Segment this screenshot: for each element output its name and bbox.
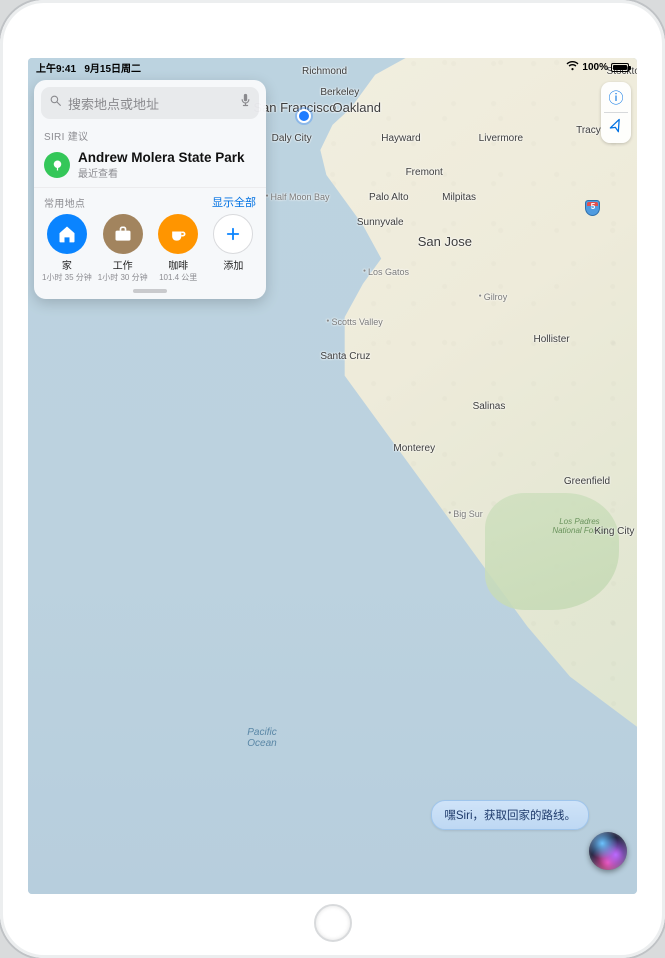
home-button[interactable] xyxy=(314,904,352,942)
plus-icon xyxy=(213,214,253,254)
city-label[interactable]: Monterey xyxy=(393,443,435,454)
search-icon xyxy=(49,94,62,112)
favorite-add[interactable]: 添加 xyxy=(209,214,258,283)
favorite-sub: 1小时 35 分钟 xyxy=(42,272,92,283)
favorite-work[interactable]: 工作 1小时 30 分钟 xyxy=(98,214,148,283)
map-info-button[interactable]: ⓘ xyxy=(601,82,631,112)
city-label[interactable]: Hayward xyxy=(381,133,420,144)
location-arrow-icon xyxy=(606,117,627,140)
siri-suggestion-row[interactable]: Andrew Molera State Park 最近查看 xyxy=(34,145,266,188)
city-label[interactable]: Half Moon Bay xyxy=(266,192,330,202)
map-locate-button[interactable] xyxy=(601,113,631,143)
status-right: 100% xyxy=(566,61,629,74)
screen: Los PadresNational Forest PacificOcean R… xyxy=(28,58,637,894)
siri-suggestion-subtitle: 最近查看 xyxy=(78,165,245,180)
city-label[interactable]: Tracy xyxy=(576,125,601,136)
city-label[interactable]: Livermore xyxy=(479,133,523,144)
siri-suggestions-header: SIRI 建议 xyxy=(34,126,266,145)
map-forest-area xyxy=(485,493,619,610)
battery-percent: 100% xyxy=(582,62,608,73)
search-placeholder: 搜索地点或地址 xyxy=(68,94,159,113)
ipad-device-frame: Los PadresNational Forest PacificOcean R… xyxy=(0,0,665,958)
briefcase-icon xyxy=(103,214,143,254)
map-controls: ⓘ xyxy=(601,82,631,143)
siri-suggestion-title: Andrew Molera State Park xyxy=(78,150,245,165)
favorite-sub: 1小时 30 分钟 xyxy=(98,272,148,283)
favorite-label: 家 xyxy=(62,257,72,272)
coffee-icon xyxy=(158,214,198,254)
card-grabber[interactable] xyxy=(133,289,167,293)
favorites-row: 家 1小时 35 分钟 工作 1小时 30 分钟 咖啡 101.4 公里 xyxy=(34,212,266,283)
city-label[interactable]: San Jose xyxy=(418,234,472,249)
favorite-home[interactable]: 家 1小时 35 分钟 xyxy=(42,214,92,283)
info-icon: ⓘ xyxy=(608,87,623,108)
wifi-icon xyxy=(566,61,579,74)
city-label[interactable]: Los Gatos xyxy=(363,267,409,277)
favorite-label: 添加 xyxy=(223,257,243,272)
city-label[interactable]: Oakland xyxy=(333,100,381,115)
status-bar: 上午9:41 9月15日周二 100% xyxy=(28,58,637,76)
favorite-label: 工作 xyxy=(113,257,133,272)
search-input[interactable]: 搜索地点或地址 xyxy=(41,87,259,119)
favorites-header-row: 常用地点 显示全部 xyxy=(34,188,266,212)
status-date: 9月15日周二 xyxy=(84,64,141,75)
search-card: 搜索地点或地址 SIRI 建议 Andrew Molera State Park… xyxy=(34,80,266,299)
dictate-icon[interactable] xyxy=(240,93,251,113)
favorite-sub: 101.4 公里 xyxy=(159,272,197,283)
city-label[interactable]: Big Sur xyxy=(448,509,483,519)
city-label[interactable]: Greenfield xyxy=(564,476,610,487)
city-label[interactable]: Santa Cruz xyxy=(320,351,370,362)
city-label[interactable]: Scotts Valley xyxy=(326,317,382,327)
battery-icon xyxy=(611,63,629,72)
status-time: 上午9:41 xyxy=(36,64,76,75)
favorite-label: 咖啡 xyxy=(168,257,188,272)
status-left: 上午9:41 9月15日周二 xyxy=(36,60,141,75)
map-ocean-label: PacificOcean xyxy=(247,727,276,749)
city-label[interactable]: Salinas xyxy=(473,401,506,412)
city-label[interactable]: Sunnyvale xyxy=(357,217,404,228)
city-label[interactable]: Hollister xyxy=(533,334,569,345)
siri-request-bubble: 嘿Siri，获取回家的路线。 xyxy=(431,800,589,830)
city-label[interactable]: Gilroy xyxy=(479,292,508,302)
city-label[interactable]: Milpitas xyxy=(442,192,476,203)
favorite-coffee[interactable]: 咖啡 101.4 公里 xyxy=(154,214,203,283)
siri-orb-icon[interactable] xyxy=(589,832,627,870)
city-label[interactable]: Palo Alto xyxy=(369,192,408,203)
city-label[interactable]: King City xyxy=(594,526,634,537)
favorites-show-all-button[interactable]: 显示全部 xyxy=(212,194,256,210)
siri-suggestion-text: Andrew Molera State Park 最近查看 xyxy=(78,150,245,180)
park-icon xyxy=(44,152,70,178)
favorites-header: 常用地点 xyxy=(44,195,85,210)
city-label[interactable]: Fremont xyxy=(406,167,443,178)
city-label[interactable]: Daly City xyxy=(272,133,312,144)
home-icon xyxy=(47,214,87,254)
city-label[interactable]: Berkeley xyxy=(320,87,359,98)
